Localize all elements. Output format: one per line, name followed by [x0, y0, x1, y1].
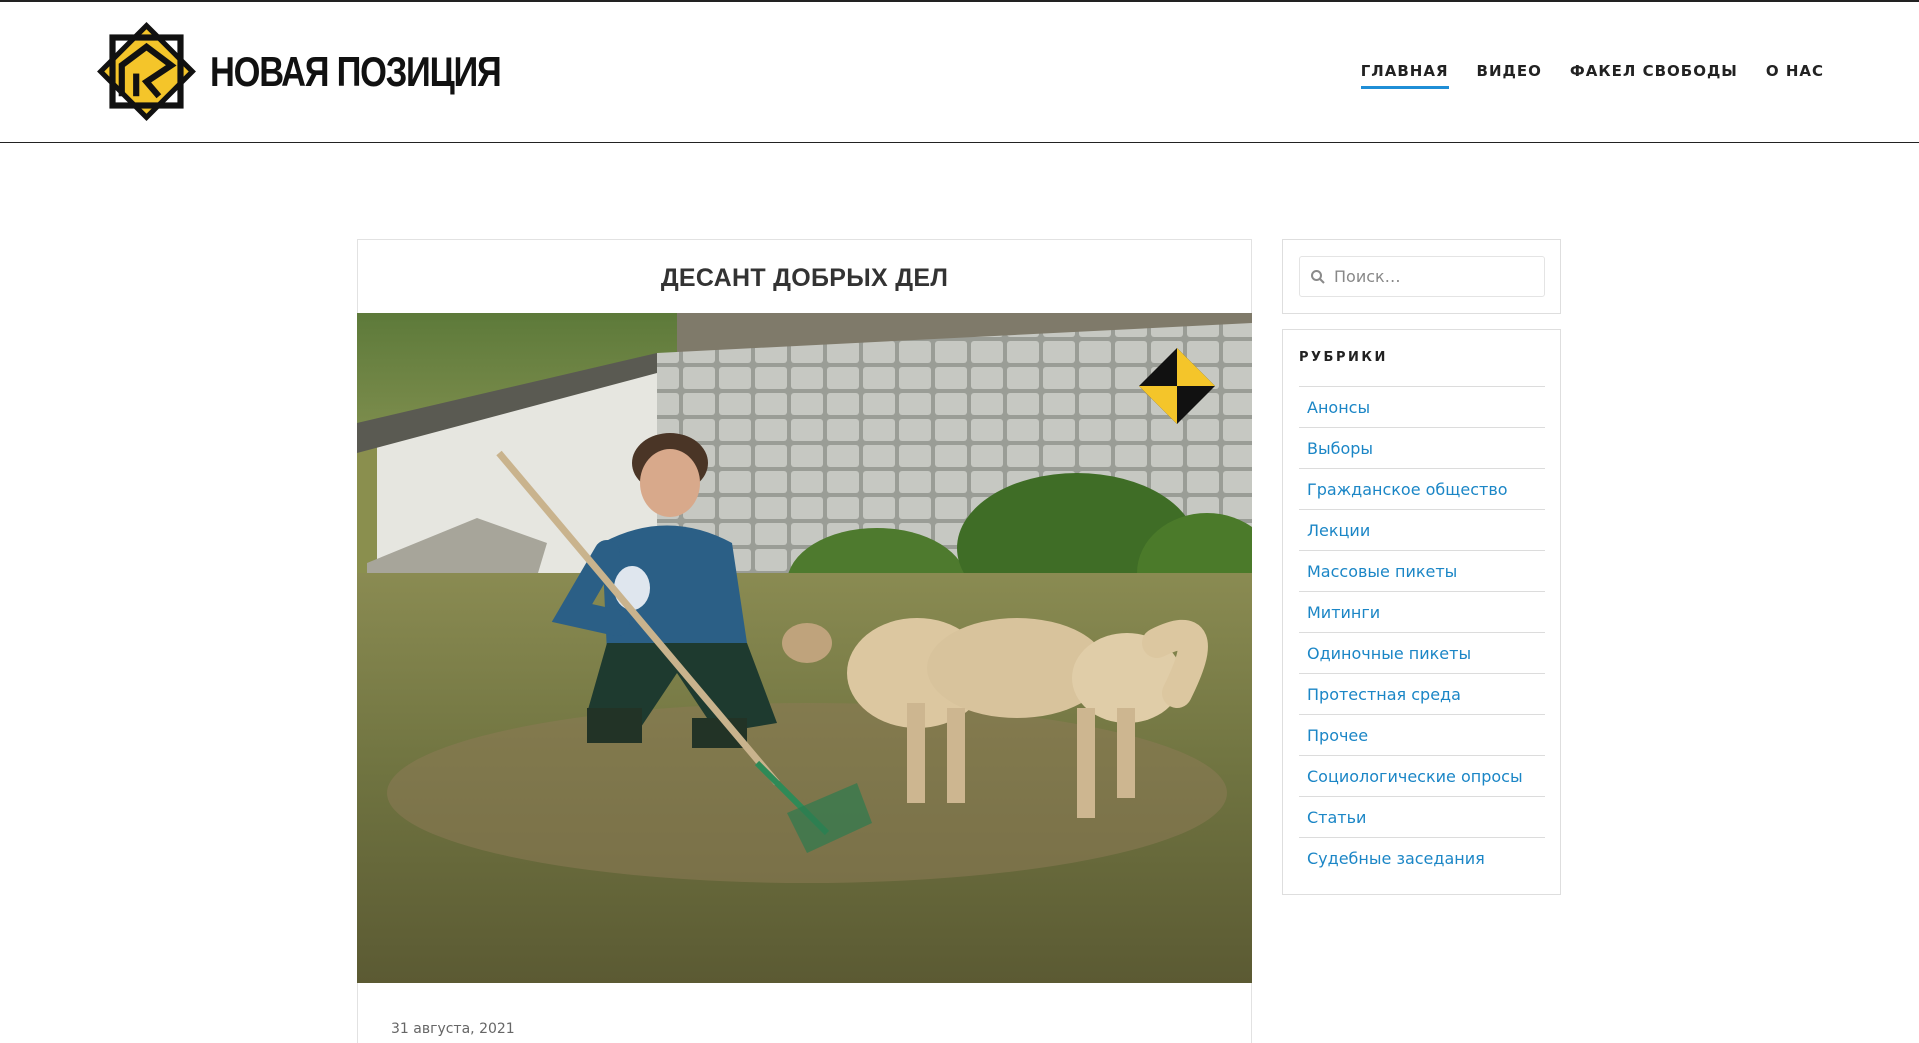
search-input[interactable]	[1334, 267, 1534, 286]
search-box[interactable]	[1299, 256, 1545, 297]
article-card: ДЕСАНТ ДОБРЫХ ДЕЛ 31 августа, 2021	[357, 239, 1252, 1043]
category-link-vybory[interactable]: Выборы	[1307, 439, 1373, 458]
category-link-other[interactable]: Прочее	[1307, 726, 1368, 745]
category-link-lectures[interactable]: Лекции	[1307, 521, 1370, 540]
list-item: Гражданское общество	[1299, 468, 1545, 509]
list-item: Лекции	[1299, 509, 1545, 550]
brand[interactable]: НОВАЯ ПОЗИЦИЯ	[95, 20, 564, 123]
category-link-civil-society[interactable]: Гражданское общество	[1307, 480, 1508, 499]
category-link-mass-pickets[interactable]: Массовые пикеты	[1307, 562, 1457, 581]
article-photo[interactable]	[357, 313, 1252, 983]
nav-item-video[interactable]: ВИДЕО	[1477, 62, 1542, 89]
list-item: Прочее	[1299, 714, 1545, 755]
category-link-rallies[interactable]: Митинги	[1307, 603, 1380, 622]
category-link-articles[interactable]: Статьи	[1307, 808, 1366, 827]
article-title[interactable]: ДЕСАНТ ДОБРЫХ ДЕЛ	[358, 264, 1251, 293]
main-nav: ГЛАВНАЯ ВИДЕО ФАКЕЛ СВОБОДЫ О НАС	[1333, 62, 1824, 89]
list-item: Социологические опросы	[1299, 755, 1545, 796]
list-item: Одиночные пикеты	[1299, 632, 1545, 673]
list-item: Митинги	[1299, 591, 1545, 632]
categories-heading: РУБРИКИ	[1299, 350, 1388, 365]
list-item: Массовые пикеты	[1299, 550, 1545, 591]
list-item: Протестная среда	[1299, 673, 1545, 714]
search-widget	[1282, 239, 1561, 314]
nav-item-fakel-svobody[interactable]: ФАКЕЛ СВОБОДЫ	[1570, 62, 1738, 89]
article-date: 31 августа, 2021	[391, 1021, 515, 1037]
category-link-single-pickets[interactable]: Одиночные пикеты	[1307, 644, 1471, 663]
category-link-protest-environment[interactable]: Протестная среда	[1307, 685, 1461, 704]
search-icon	[1311, 269, 1325, 284]
list-item: Анонсы	[1299, 386, 1545, 427]
yellow-diamond-logo-icon[interactable]	[95, 20, 198, 123]
nav-item-home[interactable]: ГЛАВНАЯ	[1360, 62, 1449, 89]
categories-widget: РУБРИКИ Анонсы Выборы Гражданское общест…	[1282, 329, 1561, 895]
categories-list: Анонсы Выборы Гражданское общество Лекци…	[1299, 386, 1545, 878]
site-title[interactable]: НОВАЯ ПОЗИЦИЯ	[210, 50, 502, 93]
list-item: Статьи	[1299, 796, 1545, 837]
list-item: Судебные заседания	[1299, 837, 1545, 878]
list-item: Выборы	[1299, 427, 1545, 468]
site-header: НОВАЯ ПОЗИЦИЯ ГЛАВНАЯ ВИДЕО ФАКЕЛ СВОБОД…	[0, 0, 1919, 143]
category-link-court-hearings[interactable]: Судебные заседания	[1307, 849, 1485, 868]
category-link-anonsy[interactable]: Анонсы	[1307, 398, 1370, 417]
category-link-polls[interactable]: Социологические опросы	[1307, 767, 1523, 786]
nav-item-about[interactable]: О НАС	[1766, 62, 1824, 89]
